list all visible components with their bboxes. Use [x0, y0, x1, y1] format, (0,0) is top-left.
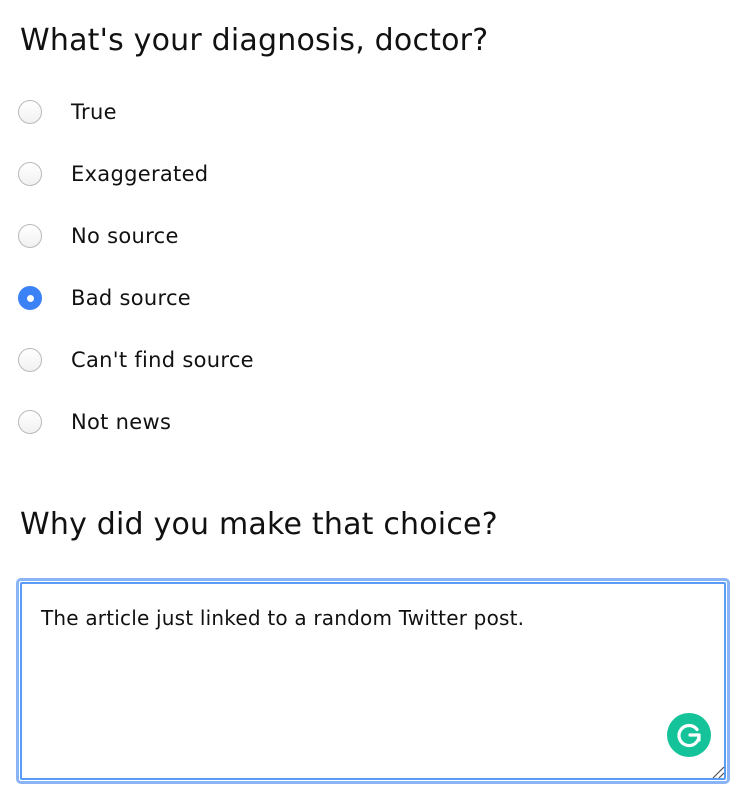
reason-text[interactable]: The article just linked to a random Twit…: [41, 604, 524, 632]
option-label: Bad source: [71, 286, 192, 310]
radio-exaggerated[interactable]: [18, 162, 42, 186]
radio-cant-find-source[interactable]: [18, 348, 42, 372]
option-label: True: [71, 100, 117, 124]
option-label: Not news: [71, 410, 172, 434]
question-reason-title: Why did you make that choice?: [20, 507, 498, 542]
reason-textarea[interactable]: The article just linked to a random Twit…: [16, 578, 730, 784]
question-diagnosis-title: What's your diagnosis, doctor?: [20, 23, 489, 58]
radio-no-source[interactable]: [18, 224, 42, 248]
option-no-source[interactable]: No source: [18, 221, 179, 251]
option-cant-find-source[interactable]: Can't find source: [18, 345, 254, 375]
option-not-news[interactable]: Not news: [18, 407, 171, 437]
resize-handle-icon[interactable]: [711, 765, 725, 779]
option-exaggerated[interactable]: Exaggerated: [18, 159, 208, 189]
grammarly-g-glyph: [677, 723, 701, 748]
option-label: No source: [71, 224, 179, 248]
option-true[interactable]: True: [18, 97, 117, 127]
radio-bad-source[interactable]: [18, 286, 42, 310]
option-label: Exaggerated: [71, 162, 209, 186]
option-bad-source[interactable]: Bad source: [18, 283, 191, 313]
grammarly-g-icon[interactable]: [667, 713, 711, 757]
radio-not-news[interactable]: [18, 410, 42, 434]
option-label: Can't find source: [71, 348, 254, 372]
radio-true[interactable]: [18, 100, 42, 124]
